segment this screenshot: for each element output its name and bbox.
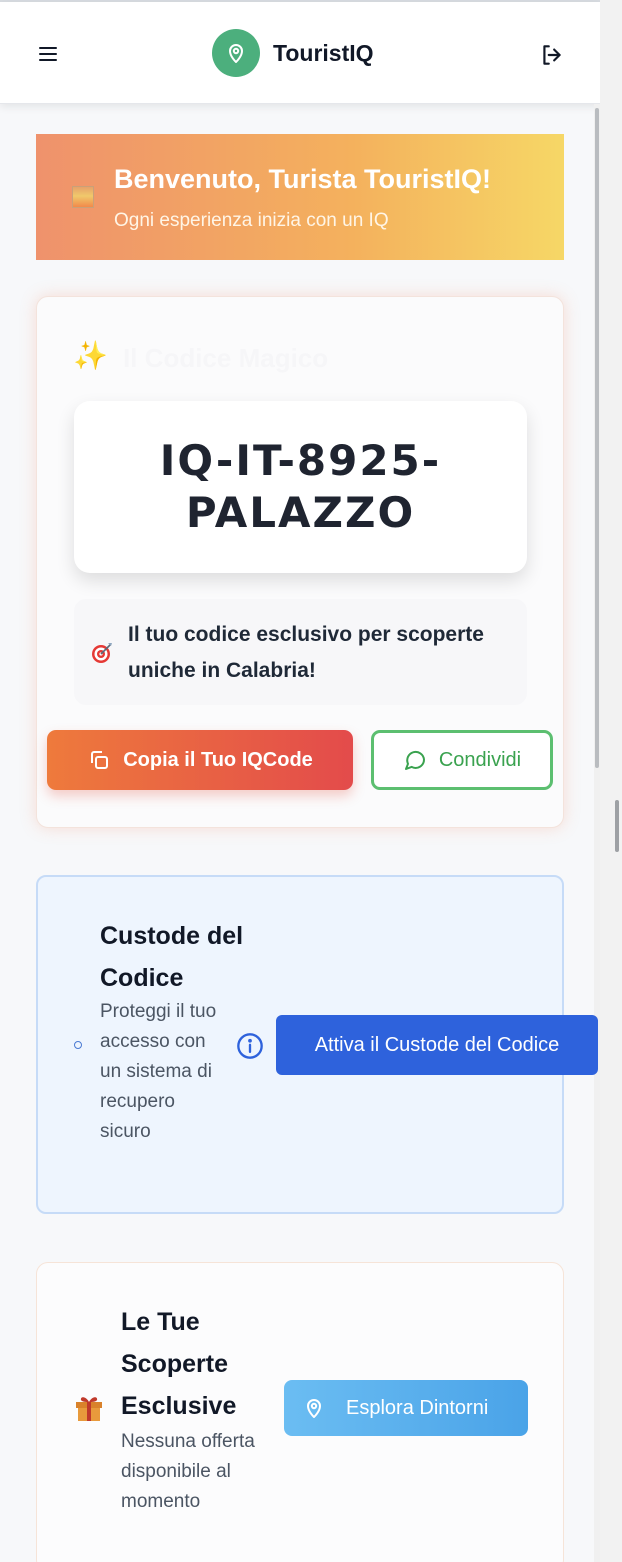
welcome-title: Benvenuto, Turista TouristIQ! — [114, 164, 492, 194]
welcome-banner: Benvenuto, Turista TouristIQ! Ogni esper… — [36, 134, 564, 260]
copy-icon — [91, 751, 109, 769]
logout-icon[interactable] — [539, 42, 565, 68]
custode-description: Proteggi il tuo accesso con un sistema d… — [100, 1001, 217, 1142]
map-pin-icon — [212, 29, 260, 77]
iqcode-card-title: Il Codice Magico — [123, 343, 329, 373]
discoveries-card: Le Tue Scoperte Esclusive Nessuna offert… — [36, 1262, 564, 1562]
iqcode-display: IQ-IT-8925-PALAZZO — [74, 401, 527, 573]
app-name: TouristIQ — [273, 39, 374, 66]
copy-iqcode-label: Copia il Tuo IQCode — [123, 748, 313, 771]
sparkles-icon: ✨ — [73, 340, 108, 371]
page-scrollbar-thumb[interactable] — [615, 800, 619, 852]
map-pin-icon — [307, 1399, 321, 1418]
activate-custode-button[interactable]: Attiva il Custode del Codice — [276, 1015, 598, 1075]
content-scrollbar-thumb[interactable] — [595, 108, 599, 768]
exclusive-text: Il tuo codice esclusivo per scoperte uni… — [128, 623, 484, 682]
copy-iqcode-button[interactable]: Copia il Tuo IQCode — [47, 730, 353, 790]
custode-card: Custode del Codice Proteggi il tuo acces… — [36, 875, 598, 1214]
info-icon[interactable] — [236, 1032, 264, 1060]
target-icon — [92, 643, 112, 663]
share-label: Condividi — [438, 748, 522, 771]
sunset-image-icon — [72, 186, 94, 208]
explore-nearby-button[interactable]: Esplora Dintorni — [284, 1380, 528, 1436]
hamburger-menu-icon[interactable] — [36, 42, 60, 66]
explore-nearby-label: Esplora Dintorni — [346, 1396, 489, 1419]
brand: TouristIQ — [212, 28, 374, 78]
welcome-subtitle: Ogni esperienza inizia con un IQ — [114, 210, 389, 231]
share-button[interactable]: Condividi — [371, 730, 553, 790]
app-header: TouristIQ — [0, 2, 600, 104]
gift-icon — [76, 1397, 102, 1421]
page-scrollbar-track[interactable] — [600, 0, 622, 1562]
exclusive-note: Il tuo codice esclusivo per scoperte uni… — [74, 599, 527, 705]
discoveries-description: Nessuna offerta disponibile al momento — [121, 1431, 255, 1512]
iqcode-card: ✨ Il Codice Magico IQ-IT-8925-PALAZZO Il… — [36, 296, 564, 828]
iqcode-value: IQ-IT-8925-PALAZZO — [159, 436, 442, 537]
discoveries-title: Le Tue Scoperte Esclusive — [121, 1308, 237, 1420]
custode-title: Custode del Codice — [100, 922, 244, 992]
message-circle-icon — [404, 750, 425, 770]
bullet-dot — [74, 1041, 82, 1049]
